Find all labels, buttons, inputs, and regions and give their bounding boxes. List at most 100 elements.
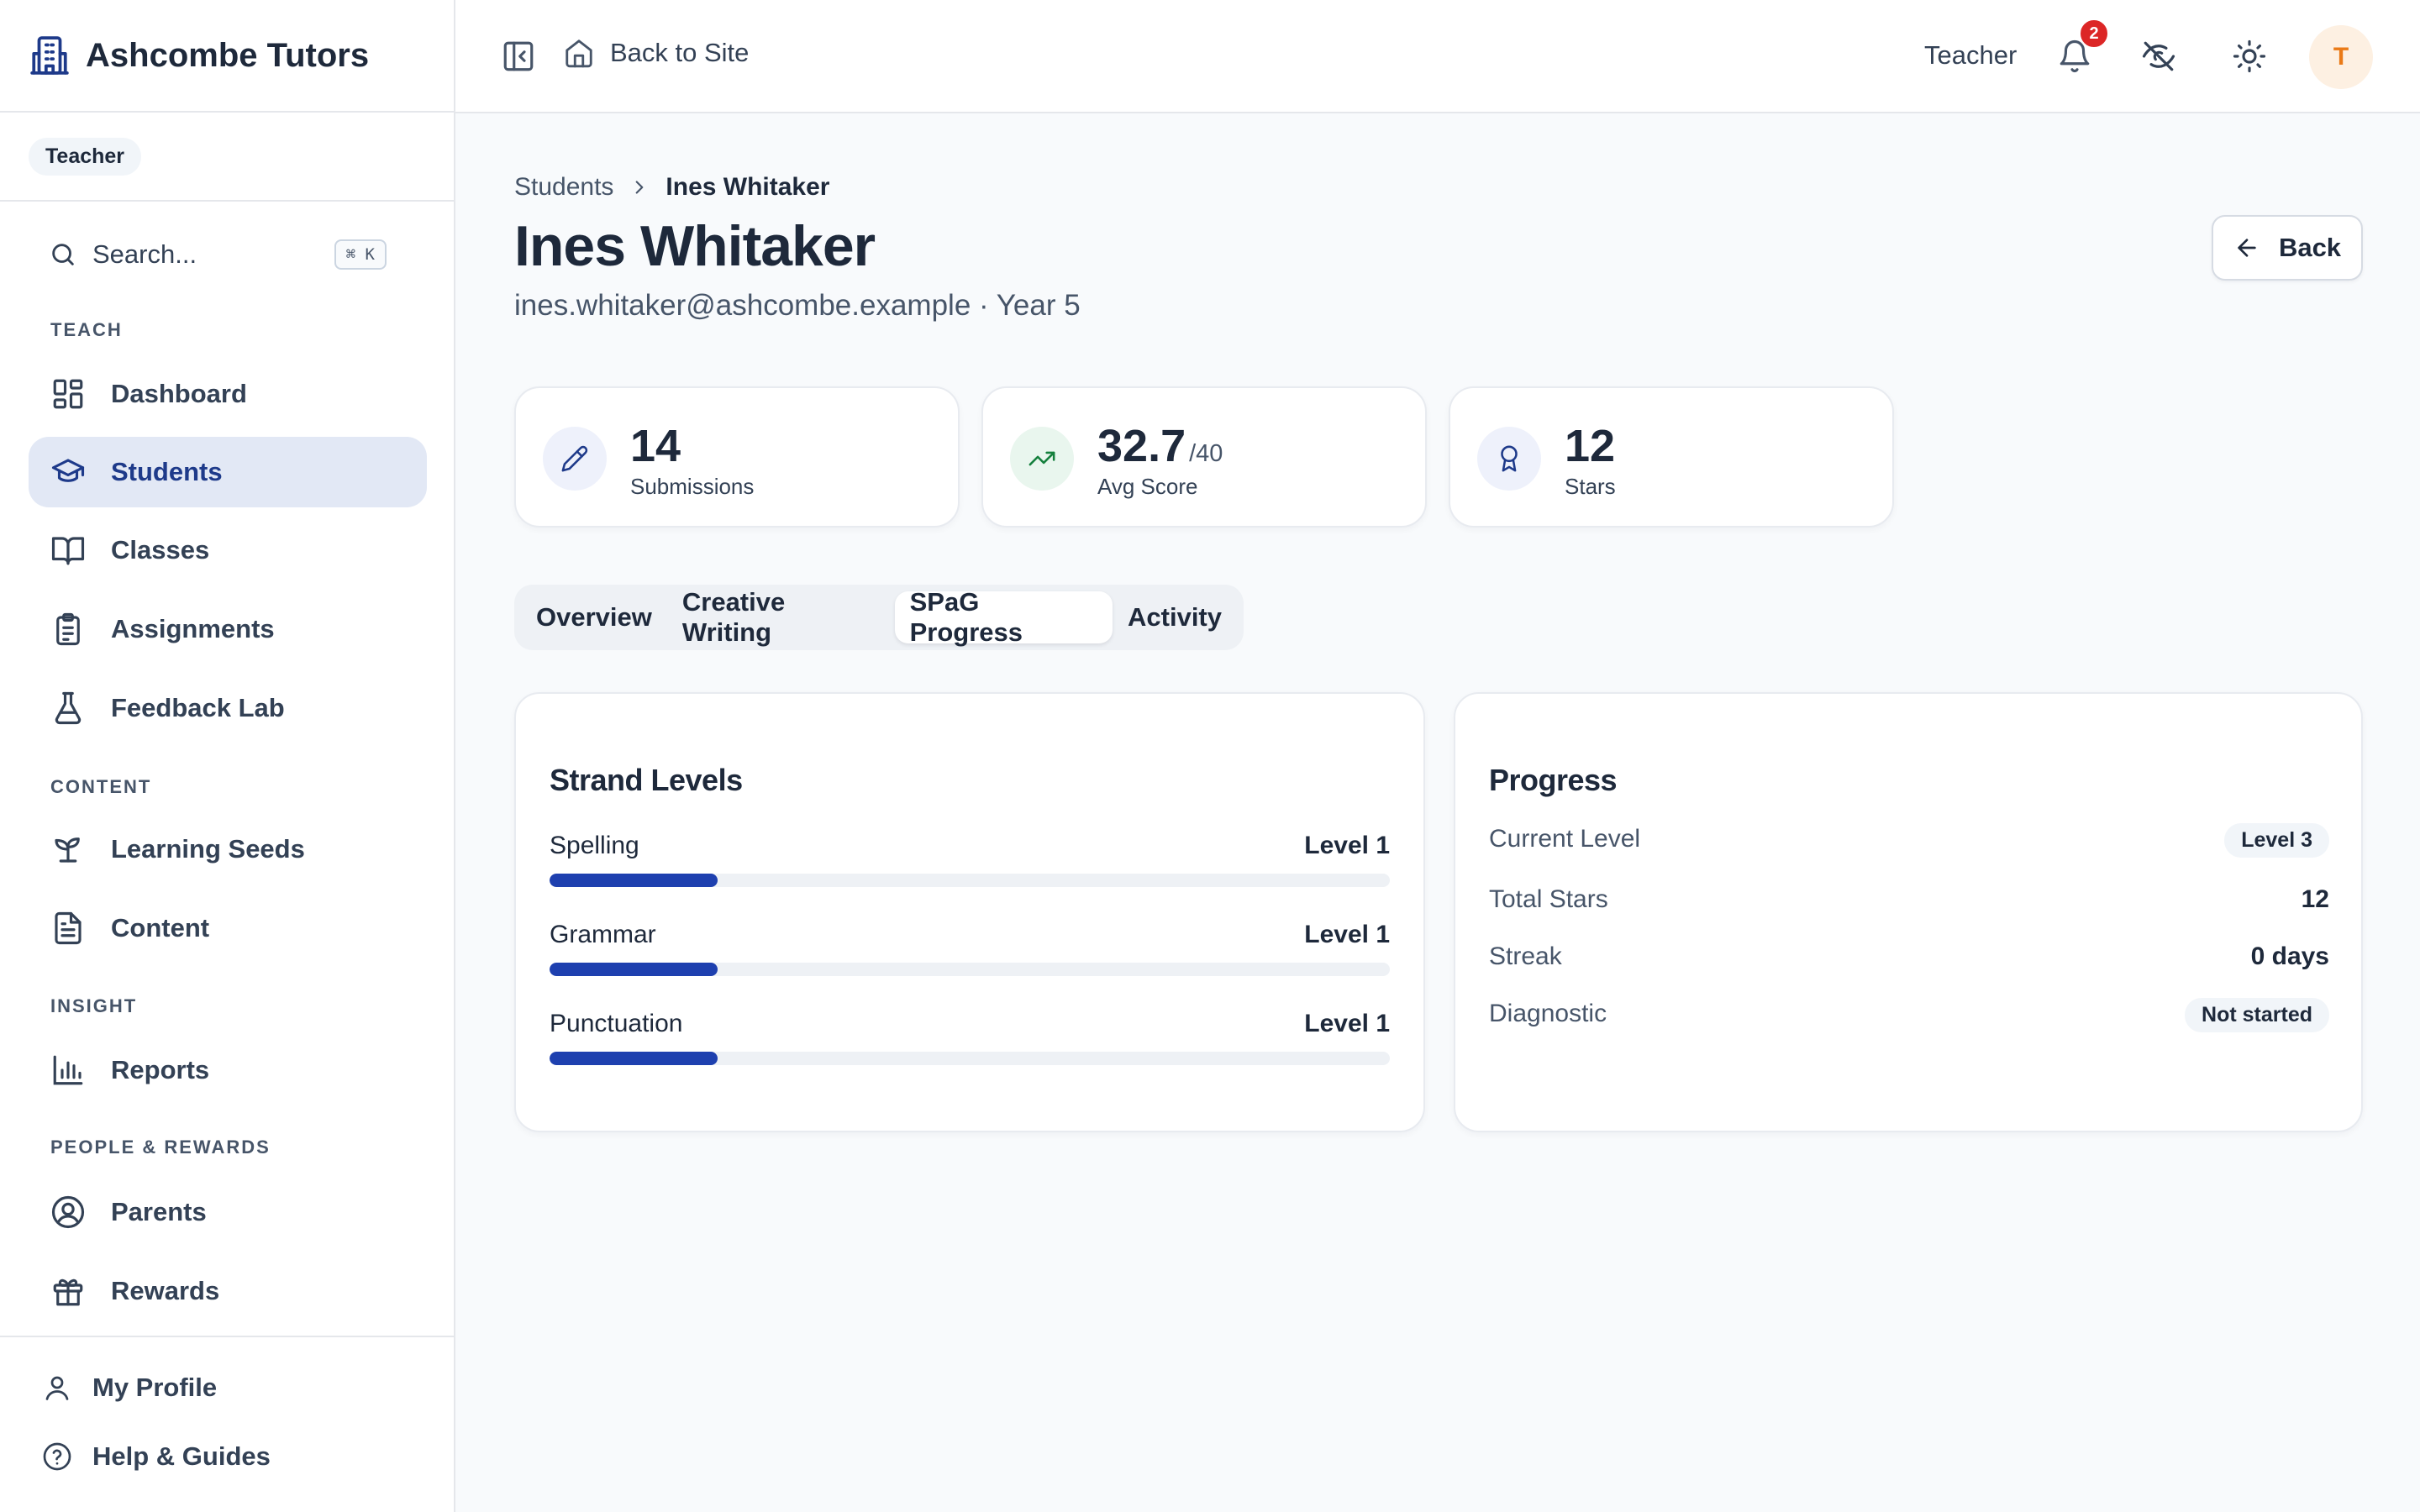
- strand-levels-card: Strand Levels Spelling Level 1 Grammar L…: [514, 692, 1425, 1132]
- page-title: Ines Whitaker: [514, 214, 876, 278]
- sidebar-item-students[interactable]: Students: [29, 437, 427, 507]
- sprout-icon: [50, 832, 86, 867]
- sidebar-item-label: Learning Seeds: [111, 834, 305, 864]
- breadcrumb-current: Ines Whitaker: [666, 173, 830, 201]
- breadcrumb-students-link[interactable]: Students: [514, 173, 613, 202]
- sidebar-toggle-icon[interactable]: [501, 39, 536, 74]
- sidebar-item-reports[interactable]: Reports: [29, 1035, 427, 1105]
- arrow-left-icon: [2233, 234, 2260, 261]
- topbar: Back to Site Teacher 2 T: [455, 0, 2420, 113]
- sun-icon[interactable]: [2232, 39, 2267, 74]
- trending-up-icon: [1010, 427, 1074, 491]
- stat-suffix: /40: [1189, 440, 1223, 467]
- tab-creative-writing[interactable]: Creative Writing: [667, 587, 895, 647]
- bar-chart-icon: [50, 1053, 86, 1088]
- progress-value: 0 days: [2250, 942, 2329, 970]
- back-to-site-link[interactable]: Back to Site: [563, 37, 749, 69]
- progress-value: 12: [2301, 885, 2329, 913]
- progress-row-current-level: Current Level Level 3: [1489, 822, 2329, 858]
- stat-value: 32.7/40: [1097, 421, 1223, 471]
- search-shortcut: ⌘ K: [334, 239, 387, 270]
- section-label-insight: INSIGHT: [50, 995, 138, 1016]
- strand-name: Punctuation: [550, 1010, 683, 1037]
- stat-card-stars: 12 Stars: [1449, 386, 1894, 528]
- strand-levels-title: Strand Levels: [550, 763, 743, 797]
- section-label-people-rewards: PEOPLE & REWARDS: [50, 1137, 271, 1158]
- strand-progress-fill: [550, 963, 718, 976]
- sidebar-item-learning-seeds[interactable]: Learning Seeds: [29, 814, 427, 885]
- sidebar-item-assignments[interactable]: Assignments: [29, 594, 427, 664]
- home-icon: [563, 37, 595, 69]
- diagnostic-status-badge: Not started: [2185, 998, 2329, 1032]
- strand-progress-fill: [550, 874, 718, 887]
- student-subtitle: ines.whitaker@ashcombe.example · Year 5: [514, 289, 1081, 322]
- tab-overview[interactable]: Overview: [521, 591, 667, 643]
- progress-row-streak: Streak 0 days: [1489, 939, 2329, 976]
- sidebar-item-label: Parents: [111, 1197, 207, 1226]
- search-input[interactable]: Search... ⌘ K: [29, 227, 407, 282]
- sidebar-item-parents[interactable]: Parents: [29, 1177, 427, 1247]
- sidebar-item-help-guides[interactable]: Help & Guides: [42, 1441, 271, 1472]
- stat-label: Avg Score: [1097, 474, 1198, 499]
- role-switcher[interactable]: Teacher: [1924, 40, 2017, 71]
- sidebar-item-rewards[interactable]: Rewards: [29, 1256, 427, 1326]
- sidebar: Ashcombe Tutors Teacher Search... ⌘ K TE…: [0, 0, 455, 1512]
- pencil-icon: [543, 427, 607, 491]
- progress-row-diagnostic: Diagnostic Not started: [1489, 996, 2329, 1033]
- user-icon: [42, 1373, 72, 1403]
- avatar[interactable]: T: [2309, 25, 2373, 89]
- award-icon: [1477, 427, 1541, 491]
- progress-label: Current Level: [1489, 825, 1641, 853]
- back-button[interactable]: Back: [2212, 215, 2363, 281]
- sidebar-item-label: Dashboard: [111, 379, 247, 408]
- progress-title: Progress: [1489, 763, 1618, 797]
- level-badge: Level 3: [2224, 823, 2329, 858]
- sidebar-item-label: Help & Guides: [92, 1441, 271, 1471]
- role-row: Teacher: [0, 113, 454, 202]
- sidebar-item-content[interactable]: Content: [29, 893, 427, 963]
- back-button-label: Back: [2278, 233, 2342, 262]
- dashboard-icon: [50, 376, 86, 412]
- stat-label: Stars: [1565, 474, 1616, 499]
- back-to-site-label: Back to Site: [610, 38, 750, 67]
- tab-bar: Overview Creative Writing SPaG Progress …: [514, 585, 1244, 650]
- sidebar-item-classes[interactable]: Classes: [29, 515, 427, 585]
- sidebar-item-feedback-lab[interactable]: Feedback Lab: [29, 673, 427, 743]
- strand-progress-track: [550, 874, 1390, 887]
- user-circle-icon: [50, 1194, 86, 1230]
- notification-badge: 2: [2079, 18, 2109, 49]
- progress-row-total-stars: Total Stars 12: [1489, 882, 2329, 919]
- clipboard-list-icon: [50, 612, 86, 647]
- sidebar-item-label: Classes: [111, 535, 210, 564]
- sidebar-item-label: My Profile: [92, 1373, 218, 1402]
- gift-icon: [50, 1273, 86, 1309]
- role-pill: Teacher: [29, 137, 142, 176]
- sidebar-item-label: Assignments: [111, 614, 275, 643]
- tab-spag-progress[interactable]: SPaG Progress: [894, 587, 1113, 647]
- strand-level: Level 1: [1304, 832, 1390, 859]
- breadcrumb: Students Ines Whitaker: [514, 173, 829, 202]
- progress-card: Progress Current Level Level 3 Total Sta…: [1454, 692, 2363, 1132]
- strand-name: Grammar: [550, 921, 656, 948]
- search-icon: [49, 240, 77, 269]
- stat-label: Submissions: [630, 474, 755, 499]
- graduation-cap-icon: [50, 454, 86, 490]
- progress-label: Streak: [1489, 942, 1562, 970]
- book-open-icon: [50, 533, 86, 568]
- tab-activity[interactable]: Activity: [1113, 591, 1237, 643]
- brand[interactable]: Ashcombe Tutors: [0, 0, 454, 113]
- flask-icon: [50, 690, 86, 726]
- sidebar-item-label: Feedback Lab: [111, 693, 285, 722]
- strand-progress-track: [550, 963, 1390, 976]
- sidebar-item-label: Students: [111, 457, 223, 486]
- sidebar-item-dashboard[interactable]: Dashboard: [29, 359, 427, 429]
- strand-level: Level 1: [1304, 1010, 1390, 1037]
- progress-label: Diagnostic: [1489, 1000, 1607, 1027]
- eye-off-icon[interactable]: [2141, 39, 2176, 74]
- building-icon: [29, 34, 71, 76]
- sidebar-item-label: Content: [111, 913, 210, 942]
- progress-label: Total Stars: [1489, 885, 1608, 913]
- sidebar-item-my-profile[interactable]: My Profile: [42, 1373, 217, 1403]
- app-name: Ashcombe Tutors: [86, 36, 370, 74]
- stat-card-avg-score: 32.7/40 Avg Score: [981, 386, 1427, 528]
